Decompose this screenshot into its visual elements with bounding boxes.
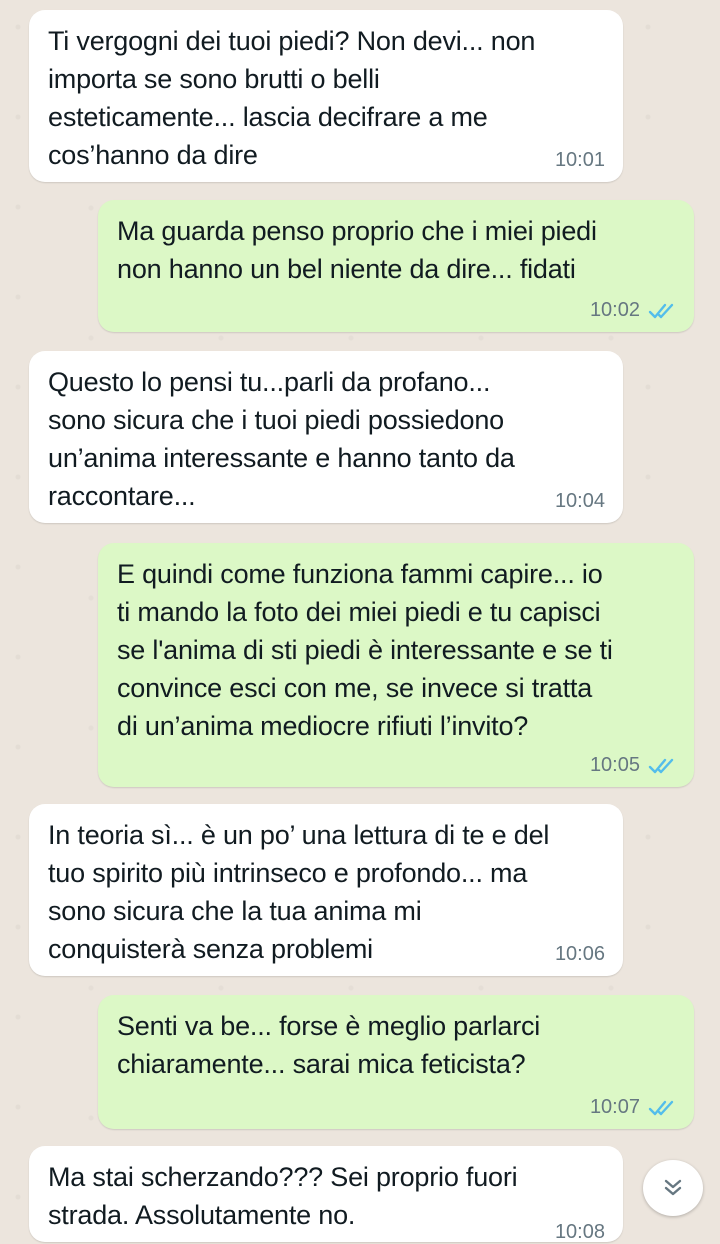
scroll-to-bottom-button[interactable]: [643, 1160, 703, 1216]
message-time: 10:05: [589, 754, 640, 776]
double-check-icon: [648, 758, 674, 773]
message-bubble-incoming[interactable]: Ma stai scherzando??? Sei proprio fuori …: [29, 1146, 623, 1244]
message-text: Ti vergogni dei tuoi piedi? Non devi... …: [48, 26, 536, 170]
message-bubble-incoming[interactable]: In teoria sì... è un po’ una lettura di …: [29, 804, 623, 976]
message-time: 10:08: [554, 1221, 605, 1243]
message-bubble-outgoing[interactable]: E quindi come funziona fammi capire... i…: [98, 543, 694, 787]
message-meta: 10:02: [590, 299, 676, 322]
chat-message-list[interactable]: Ti vergogni dei tuoi piedi? Non devi... …: [0, 0, 720, 1243]
message-bubble-outgoing[interactable]: Senti va be... forse è meglio parlarci c…: [98, 995, 694, 1129]
message-bubble-incoming[interactable]: Ti vergogni dei tuoi piedi? Non devi... …: [29, 10, 623, 182]
message-time: 10:01: [554, 149, 605, 171]
message-meta: 10:05: [590, 754, 676, 777]
message-meta: 10:04: [555, 490, 605, 513]
message-text: Questo lo pensi tu...parli da profano...…: [48, 367, 515, 511]
message-text: E quindi come funziona fammi capire... i…: [117, 559, 613, 741]
message-bubble-outgoing[interactable]: Ma guarda penso proprio che i miei piedi…: [98, 200, 694, 332]
message-meta: 10:06: [555, 943, 605, 966]
message-meta: 10:07: [590, 1096, 676, 1119]
message-time: 10:04: [554, 490, 605, 512]
message-meta: 10:08: [555, 1221, 605, 1244]
message-time: 10:06: [554, 943, 605, 965]
message-meta: 10:01: [555, 149, 605, 172]
double-check-icon: [648, 303, 674, 318]
message-bubble-incoming[interactable]: Questo lo pensi tu...parli da profano...…: [29, 351, 623, 523]
message-time: 10:02: [589, 299, 640, 321]
message-text: Senti va be... forse è meglio parlarci c…: [117, 1011, 541, 1079]
double-chevron-down-icon: [664, 1179, 682, 1196]
double-check-icon: [648, 1100, 674, 1115]
message-text: In teoria sì... è un po’ una lettura di …: [48, 820, 550, 964]
message-text: Ma guarda penso proprio che i miei piedi…: [117, 216, 597, 284]
message-time: 10:07: [589, 1096, 640, 1118]
message-text: Ma stai scherzando??? Sei proprio fuori …: [48, 1162, 518, 1230]
